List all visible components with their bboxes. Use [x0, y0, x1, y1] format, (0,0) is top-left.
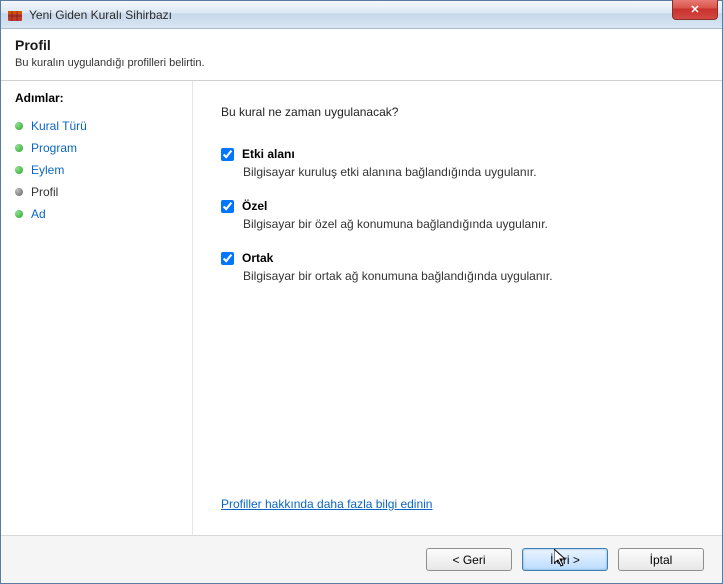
step-link[interactable]: Eylem — [31, 163, 64, 177]
close-icon: ✕ — [690, 3, 699, 16]
content-pane: Bu kural ne zaman uygulanacak? Etki alan… — [193, 81, 722, 535]
wizard-window: Yeni Giden Kuralı Sihirbazı ✕ Profil Bu … — [0, 0, 723, 584]
titlebar[interactable]: Yeni Giden Kuralı Sihirbazı ✕ — [1, 1, 722, 29]
page-subtitle: Bu kuralın uygulandığı profilleri belirt… — [15, 57, 708, 69]
option-desc: Bilgisayar bir özel ağ konumuna bağlandı… — [243, 217, 694, 231]
wizard-header: Profil Bu kuralın uygulandığı profilleri… — [1, 29, 722, 81]
option-etki-alani: Etki alanı Bilgisayar kuruluş etki alanı… — [221, 147, 694, 179]
option-desc: Bilgisayar kuruluş etki alanına bağlandı… — [243, 165, 694, 179]
next-button[interactable]: İleri > — [522, 548, 608, 571]
option-ozel: Özel Bilgisayar bir özel ağ konumuna bağ… — [221, 199, 694, 231]
step-bullet-icon — [15, 210, 23, 218]
step-bullet-icon — [15, 188, 23, 196]
step-ad[interactable]: Ad — [15, 203, 182, 225]
more-info-link[interactable]: Profiller hakkında daha fazla bilgi edin… — [221, 497, 432, 511]
option-label: Etki alanı — [242, 147, 295, 161]
window-title: Yeni Giden Kuralı Sihirbazı — [29, 8, 172, 22]
checkbox-ozel[interactable] — [221, 200, 234, 213]
step-link[interactable]: Kural Türü — [31, 119, 87, 133]
step-profil[interactable]: Profil — [15, 181, 182, 203]
step-link[interactable]: Program — [31, 141, 77, 155]
option-label: Özel — [242, 199, 267, 213]
cancel-button[interactable]: İptal — [618, 548, 704, 571]
page-title: Profil — [15, 37, 708, 53]
question-text: Bu kural ne zaman uygulanacak? — [221, 105, 694, 119]
firewall-icon — [7, 7, 23, 23]
back-button[interactable]: < Geri — [426, 548, 512, 571]
checkbox-etki-alani[interactable] — [221, 148, 234, 161]
step-bullet-icon — [15, 122, 23, 130]
steps-heading: Adımlar: — [15, 91, 182, 105]
wizard-footer: < Geri İleri > İptal — [1, 535, 722, 583]
step-eylem[interactable]: Eylem — [15, 159, 182, 181]
option-ortak: Ortak Bilgisayar bir ortak ağ konumuna b… — [221, 251, 694, 283]
steps-sidebar: Adımlar: Kural Türü Program Eylem Profil… — [1, 81, 193, 535]
step-kural-turu[interactable]: Kural Türü — [15, 115, 182, 137]
close-button[interactable]: ✕ — [672, 0, 718, 20]
step-label: Profil — [31, 185, 58, 199]
step-bullet-icon — [15, 144, 23, 152]
step-program[interactable]: Program — [15, 137, 182, 159]
checkbox-ortak[interactable] — [221, 252, 234, 265]
step-bullet-icon — [15, 166, 23, 174]
step-link[interactable]: Ad — [31, 207, 46, 221]
more-info: Profiller hakkında daha fazla bilgi edin… — [221, 497, 694, 511]
option-label: Ortak — [242, 251, 273, 265]
wizard-body: Adımlar: Kural Türü Program Eylem Profil… — [1, 81, 722, 535]
option-desc: Bilgisayar bir ortak ağ konumuna bağland… — [243, 269, 694, 283]
